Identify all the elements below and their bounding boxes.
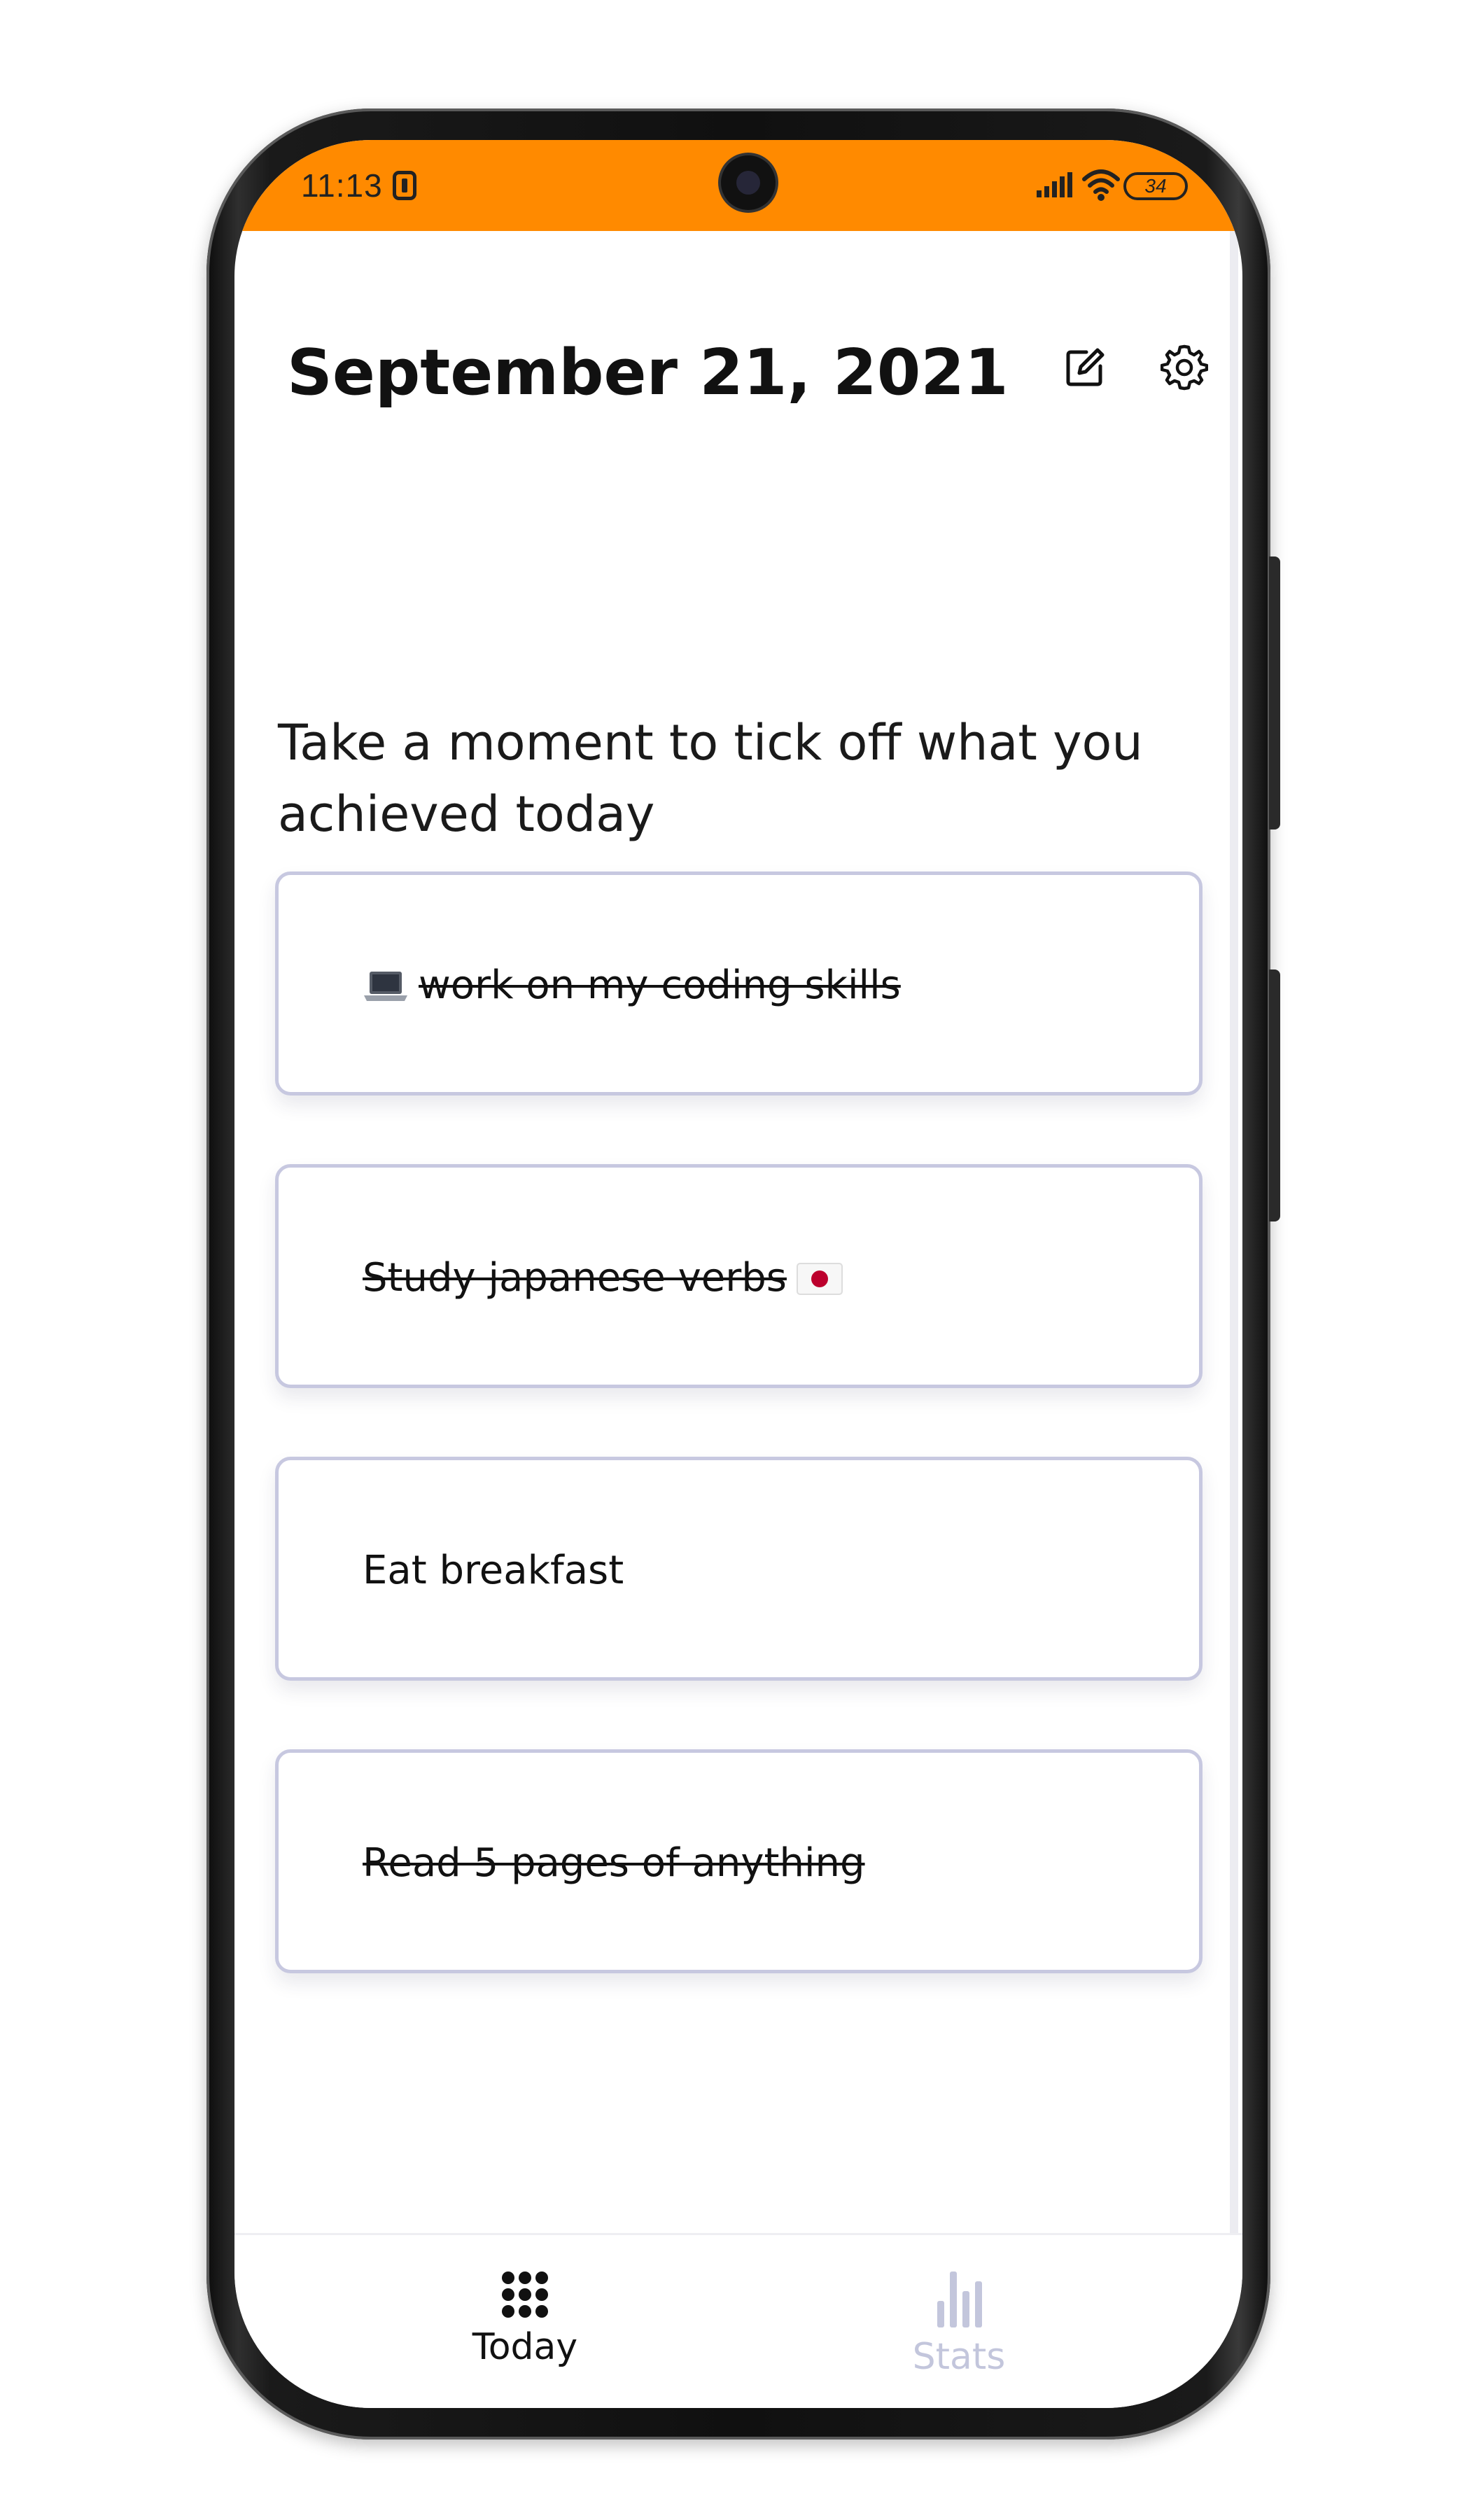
nav-tab-today[interactable]: Today <box>420 2270 630 2368</box>
task-card[interactable]: Read 5 pages of anything <box>275 1749 1203 1973</box>
bottom-navigation: Today Stats <box>234 2233 1242 2408</box>
app-screen: 11:13 34 September 21, 2021 Take a momen… <box>234 140 1242 2408</box>
laptop-icon <box>364 972 407 1001</box>
task-label: Eat breakfast <box>363 1548 624 1593</box>
status-time: 11:13 <box>301 167 383 204</box>
power-button <box>1269 969 1280 1222</box>
nav-label-today: Today <box>472 2326 578 2368</box>
nav-label-stats: Stats <box>912 2336 1006 2378</box>
task-item: work on my coding skills <box>363 962 901 1008</box>
prompt-text: Take a moment to tick off what you achie… <box>278 714 1143 843</box>
task-label: Study japanese verbs <box>363 1255 787 1301</box>
edit-icon <box>1066 348 1105 386</box>
task-item: Study japanese verbs <box>363 1255 843 1301</box>
gear-icon <box>1161 344 1208 391</box>
nav-tab-stats[interactable]: Stats <box>854 2270 1064 2378</box>
page-title: September 21, 2021 <box>287 336 1009 410</box>
scrollbar[interactable] <box>1230 231 1238 2233</box>
battery-indicator: 34 <box>1123 172 1188 200</box>
volume-button <box>1269 556 1280 830</box>
front-camera <box>721 155 776 210</box>
grid-dots-icon <box>502 2272 548 2318</box>
status-bar: 11:13 34 <box>234 140 1242 231</box>
phone-frame: 11:13 34 September 21, 2021 Take a momen… <box>206 108 1280 2440</box>
task-card[interactable]: Study japanese verbs <box>275 1164 1203 1388</box>
wifi-icon <box>1082 169 1120 201</box>
edit-button[interactable] <box>1053 336 1116 399</box>
vibrate-icon <box>393 171 416 200</box>
task-label: work on my coding skills <box>419 962 901 1008</box>
japan-flag-icon <box>796 1263 843 1295</box>
task-list: work on my coding skills Study japanese … <box>275 872 1203 2042</box>
task-card[interactable]: Eat breakfast <box>275 1457 1203 1681</box>
task-card[interactable]: work on my coding skills <box>275 872 1203 1096</box>
settings-button[interactable] <box>1153 336 1216 399</box>
bar-chart-icon <box>937 2272 982 2328</box>
signal-icon <box>1037 172 1072 197</box>
task-label: Read 5 pages of anything <box>363 1840 865 1886</box>
